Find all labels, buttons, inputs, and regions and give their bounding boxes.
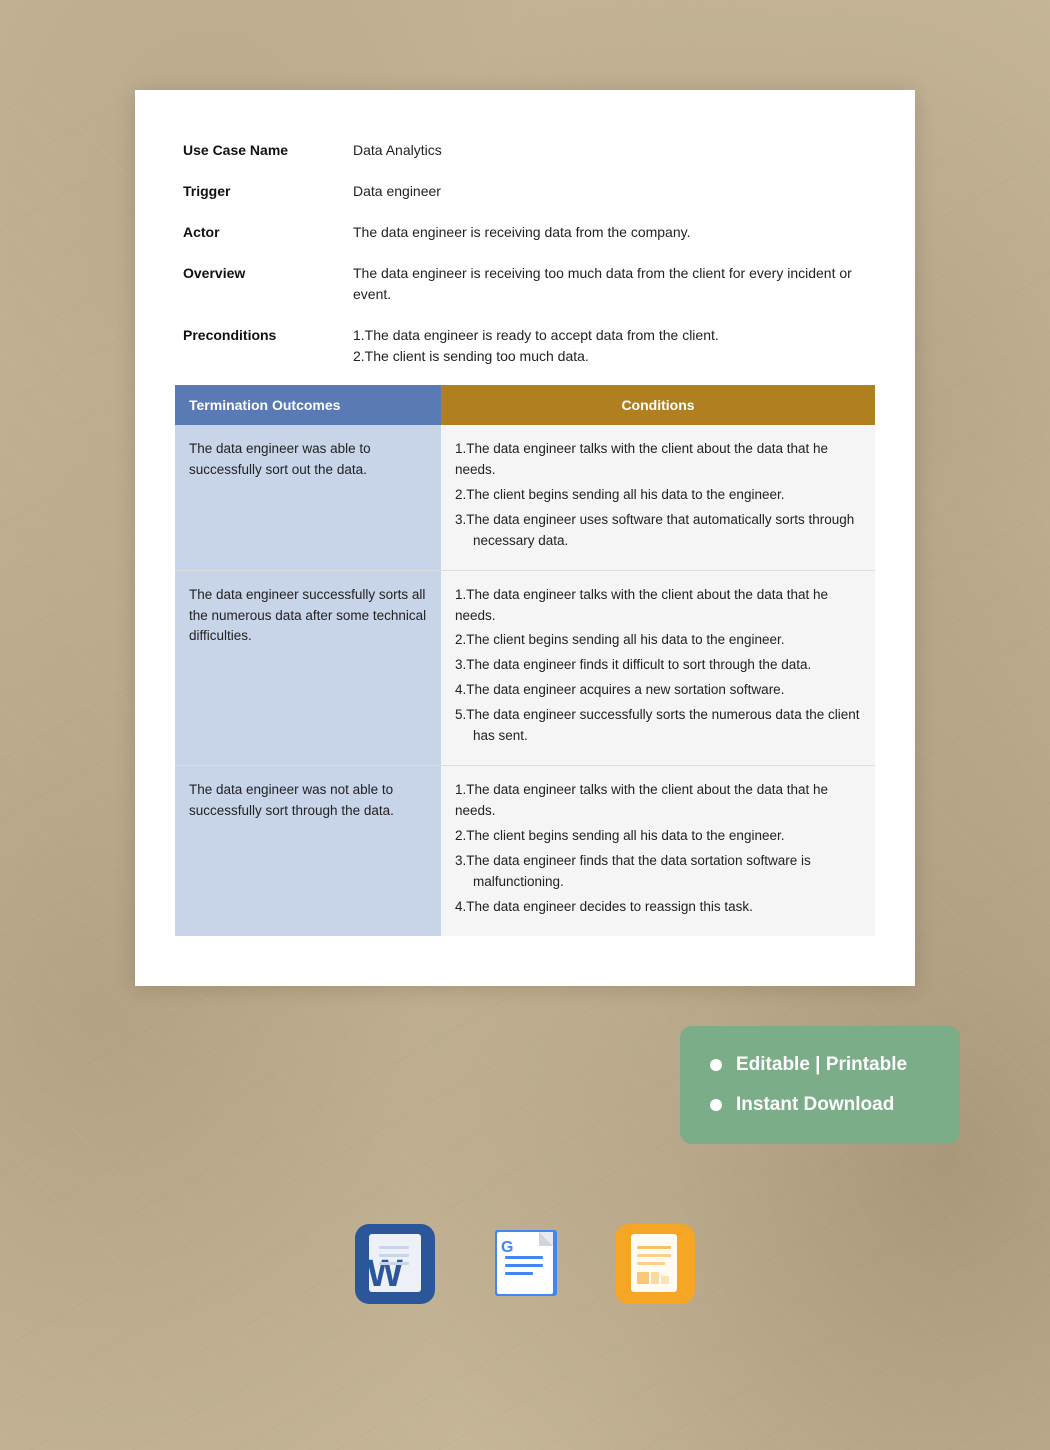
feature-download: Instant Download: [710, 1094, 930, 1116]
table-row: Overview The data engineer is receiving …: [175, 253, 875, 315]
use-case-table: Termination Outcomes Conditions The data…: [175, 385, 875, 936]
value-preconditions: 1.The data engineer is ready to accept d…: [345, 315, 875, 377]
table-row: Actor The data engineer is receiving dat…: [175, 212, 875, 253]
svg-text:G: G: [501, 1239, 513, 1256]
list-item: 1.The data engineer talks with the clien…: [455, 439, 861, 481]
list-item: 1.The data engineer talks with the clien…: [455, 780, 861, 822]
list-item: 3.The data engineer finds it difficult t…: [455, 655, 861, 676]
table-row: Trigger Data engineer: [175, 171, 875, 212]
outcome-cell: The data engineer successfully sorts all…: [175, 570, 441, 765]
info-table: Use Case Name Data Analytics Trigger Dat…: [175, 130, 875, 377]
table-row: The data engineer successfully sorts all…: [175, 570, 875, 765]
col-header-outcomes: Termination Outcomes: [175, 385, 441, 425]
svg-text:W: W: [367, 1253, 403, 1295]
list-item: 5.The data engineer successfully sorts t…: [455, 705, 861, 747]
feature-editable: Editable | Printable: [710, 1054, 930, 1076]
conditions-cell: 1.The data engineer talks with the clien…: [441, 425, 875, 570]
list-item: 4.The data engineer decides to reassign …: [455, 897, 861, 918]
list-item: 3.The data engineer uses software that a…: [455, 510, 861, 552]
table-header-row: Termination Outcomes Conditions: [175, 385, 875, 425]
table-row: The data engineer was not able to succes…: [175, 766, 875, 936]
page-container: Use Case Name Data Analytics Trigger Dat…: [0, 90, 1050, 1450]
word-icon: W: [355, 1224, 435, 1304]
feature-editable-label: Editable | Printable: [736, 1054, 907, 1076]
label-overview: Overview: [175, 253, 345, 315]
table-row: Preconditions 1.The data engineer is rea…: [175, 315, 875, 377]
value-use-case-name: Data Analytics: [345, 130, 875, 171]
outcome-cell: The data engineer was not able to succes…: [175, 766, 441, 936]
list-item: 4.The data engineer acquires a new sorta…: [455, 680, 861, 701]
value-actor: The data engineer is receiving data from…: [345, 212, 875, 253]
col-header-conditions: Conditions: [441, 385, 875, 425]
list-item: 2.The client begins sending all his data…: [455, 630, 861, 651]
list-item: 2.The client begins sending all his data…: [455, 826, 861, 847]
label-trigger: Trigger: [175, 171, 345, 212]
value-trigger: Data engineer: [345, 171, 875, 212]
label-preconditions: Preconditions: [175, 315, 345, 377]
feature-download-label: Instant Download: [736, 1094, 894, 1116]
precondition-1: 1.The data engineer is ready to accept d…: [353, 325, 867, 346]
label-actor: Actor: [175, 212, 345, 253]
table-row: The data engineer was able to successful…: [175, 425, 875, 570]
pages-icon: [615, 1224, 695, 1304]
conditions-cell: 1.The data engineer talks with the clien…: [441, 766, 875, 936]
list-item: 1.The data engineer talks with the clien…: [455, 585, 861, 627]
precondition-2: 2.The client is sending too much data.: [353, 346, 867, 367]
list-item: 2.The client begins sending all his data…: [455, 485, 861, 506]
table-row: Use Case Name Data Analytics: [175, 130, 875, 171]
features-badge: Editable | Printable Instant Download: [680, 1026, 960, 1144]
bullet-icon: [710, 1059, 722, 1071]
bullet-icon-2: [710, 1099, 722, 1111]
list-item: 3.The data engineer finds that the data …: [455, 851, 861, 893]
value-overview: The data engineer is receiving too much …: [345, 253, 875, 315]
conditions-cell: 1.The data engineer talks with the clien…: [441, 570, 875, 765]
outcome-cell: The data engineer was able to successful…: [175, 425, 441, 570]
document-card: Use Case Name Data Analytics Trigger Dat…: [135, 90, 915, 986]
label-use-case-name: Use Case Name: [175, 130, 345, 171]
app-icons-section: W: [0, 1194, 1050, 1354]
google-docs-icon: G: [485, 1224, 565, 1304]
